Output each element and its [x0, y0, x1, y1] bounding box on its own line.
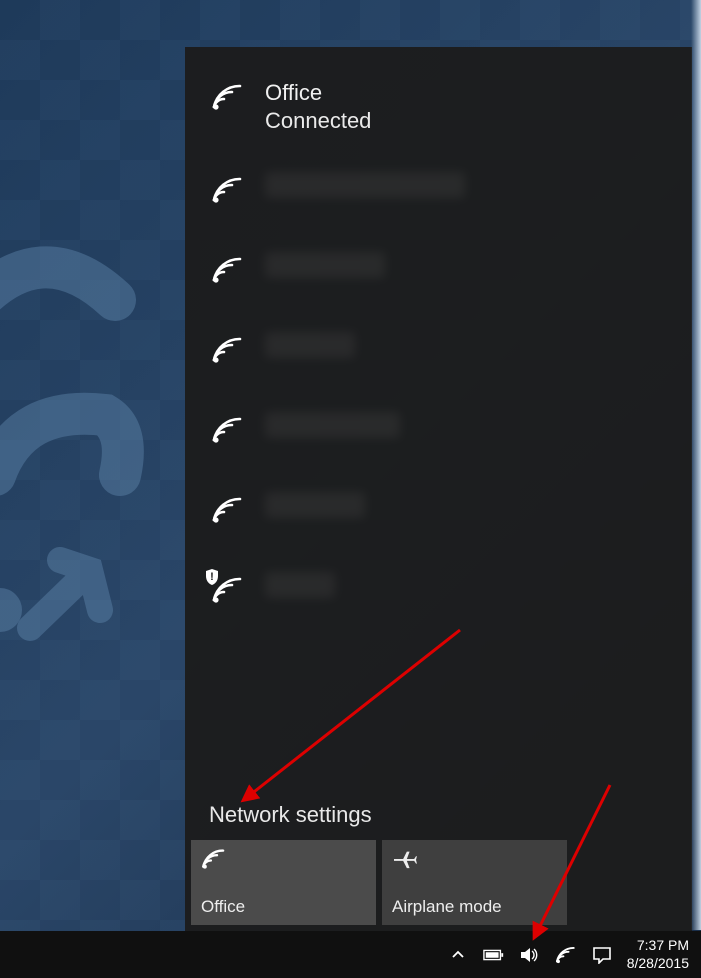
- shield-icon: !: [204, 568, 220, 586]
- wifi-tile[interactable]: Office: [191, 840, 376, 925]
- wifi-icon: [211, 172, 251, 204]
- network-name-blurred: [265, 172, 465, 198]
- wifi-icon: [201, 848, 366, 870]
- taskbar: 7:37 PM 8/28/2015: [0, 931, 701, 978]
- wifi-icon: [211, 492, 251, 524]
- battery-icon[interactable]: [483, 944, 505, 966]
- wifi-icon: [211, 412, 251, 444]
- wifi-icon: [211, 79, 251, 111]
- clock-time: 7:37 PM: [627, 937, 689, 955]
- network-name-blurred: [265, 492, 365, 518]
- network-item[interactable]: [185, 468, 692, 548]
- network-item-secured[interactable]: !: [185, 548, 692, 628]
- network-flyout: Office Connected: [185, 47, 692, 931]
- clock-date: 8/28/2015: [627, 955, 689, 973]
- quick-tiles: Office Airplane mode: [185, 840, 692, 931]
- wifi-icon: [211, 332, 251, 364]
- network-name-blurred: [265, 572, 335, 598]
- wifi-tile-label: Office: [201, 897, 366, 917]
- network-tray-icon[interactable]: [555, 944, 577, 966]
- volume-icon[interactable]: [519, 944, 541, 966]
- network-item[interactable]: [185, 388, 692, 468]
- airplane-icon: [392, 848, 557, 870]
- network-item-connected[interactable]: Office Connected: [185, 65, 692, 148]
- network-item[interactable]: [185, 228, 692, 308]
- airplane-mode-tile[interactable]: Airplane mode: [382, 840, 567, 925]
- page-edge: [691, 0, 701, 930]
- network-settings-link[interactable]: Network settings: [185, 792, 692, 840]
- svg-text:!: !: [210, 571, 214, 583]
- network-name-blurred: [265, 412, 400, 438]
- network-item[interactable]: [185, 148, 692, 228]
- airplane-tile-label: Airplane mode: [392, 897, 557, 917]
- network-name-blurred: [265, 252, 385, 278]
- wifi-icon: [211, 252, 251, 284]
- network-status: Connected: [265, 107, 371, 135]
- taskbar-clock[interactable]: 7:37 PM 8/28/2015: [627, 937, 689, 972]
- wifi-secured-icon: !: [211, 572, 251, 604]
- network-name-blurred: [265, 332, 355, 358]
- network-item[interactable]: [185, 308, 692, 388]
- network-name: Office: [265, 80, 322, 105]
- action-center-icon[interactable]: [591, 944, 613, 966]
- network-list: Office Connected: [185, 47, 692, 792]
- system-tray: [447, 944, 613, 966]
- tray-overflow-icon[interactable]: [447, 944, 469, 966]
